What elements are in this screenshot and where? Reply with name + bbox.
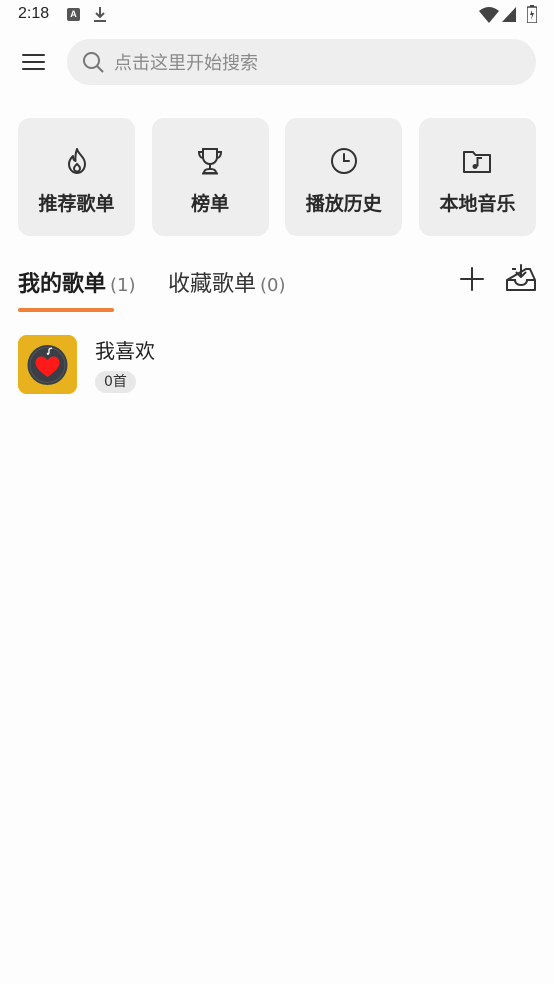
tab-label: 我的歌单 [18,272,107,297]
search-bar[interactable]: 点击这里开始搜索 [67,39,536,85]
menu-button[interactable] [14,44,52,80]
clock-icon [330,148,357,174]
tab-count: (1) [110,275,136,296]
tab-collected-playlists[interactable]: 收藏歌单 (0) [168,266,286,298]
search-placeholder: 点击这里开始搜索 [114,53,258,74]
playlist-item[interactable]: 我喜欢 0首 [18,334,536,396]
status-bar: 2:18 A [0,0,554,30]
local-music-card[interactable]: 本地音乐 [418,118,536,236]
a-notification-icon: A [67,8,80,21]
playlist-track-count: 0首 [95,371,136,393]
playlist-name: 我喜欢 [95,339,155,363]
search-icon [83,52,104,73]
wifi-icon [479,7,499,23]
fire-icon [67,148,86,174]
playlist-cover [18,335,77,394]
trophy-icon [198,148,223,175]
heart-record-icon [18,335,77,394]
card-label: 榜单 [191,193,230,215]
recommended-playlists-card[interactable]: 推荐歌单 [18,118,135,236]
tab-count: (0) [260,275,286,296]
download-icon [94,7,106,22]
inbox-download-icon[interactable] [505,263,537,293]
battery-icon [527,5,537,23]
card-label: 本地音乐 [439,193,516,215]
charts-card[interactable]: 榜单 [151,118,269,236]
card-label: 推荐歌单 [38,193,115,215]
music-folder-icon [463,151,492,173]
plus-icon[interactable] [457,264,487,294]
signal-icon [502,7,516,22]
tab-indicator [18,308,114,312]
hamburger-menu-icon [21,54,45,56]
shortcut-cards: 推荐歌单 榜单 播放历史 本地音乐 [18,118,536,236]
tab-label: 收藏歌单 [168,272,257,297]
play-history-card[interactable]: 播放历史 [285,118,403,236]
card-label: 播放历史 [305,193,382,215]
tab-my-playlists[interactable]: 我的歌单 (1) [18,266,136,298]
status-time: 2:18 [18,5,50,22]
